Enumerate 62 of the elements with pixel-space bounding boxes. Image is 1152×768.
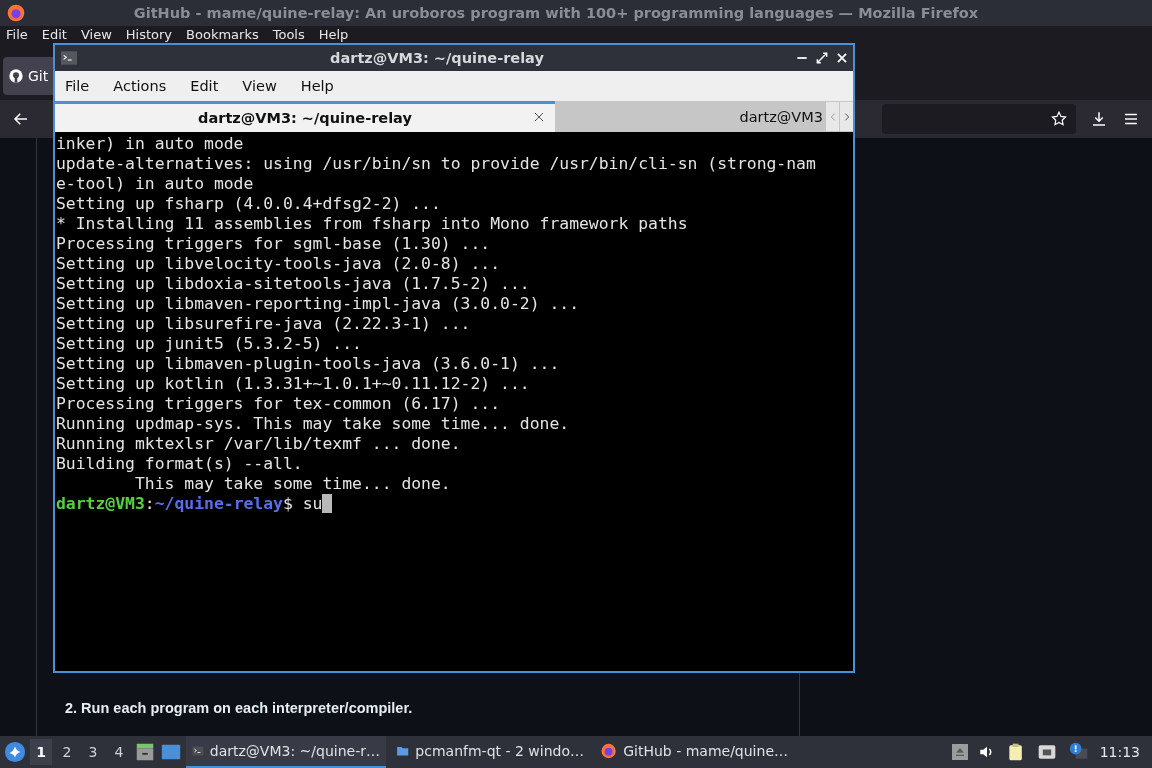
terminal-line: Setting up libvelocity-tools-java (2.0-8) ... <box>56 254 502 274</box>
window-title: GitHub - mame/quine-relay: An uroboros program with 100+ programming languages — Mozilla Firefox <box>132 5 980 21</box>
notification-icon <box>1067 742 1090 762</box>
menu-item[interactable]: Edit <box>41 27 67 42</box>
terminal-line: inker) in auto mode <box>56 134 245 154</box>
terminal-icon <box>59 50 79 66</box>
menu-item[interactable]: File <box>65 78 90 94</box>
address-bar[interactable] <box>882 104 1076 134</box>
terminal-line: Building format(s) --all. <box>56 454 304 474</box>
taskbar-button[interactable]: GitHub - mame/quine… <box>594 736 794 768</box>
terminal-line: Running updmap-sys. This may take some time... done. <box>56 414 571 434</box>
close-icon <box>835 51 849 65</box>
terminal-line: Setting up libmaven-reporting-impl-java (3.0.0-2) ... <box>56 294 580 314</box>
terminal-line: Setting up libsurefire-java (2.22.3-1) ... <box>56 314 472 334</box>
section-heading: 2. Run each program on each interpreter/compiler. <box>65 700 414 716</box>
menu-item[interactable]: Edit <box>190 78 219 94</box>
eject-icon <box>951 743 968 761</box>
maximize-icon <box>815 51 829 65</box>
prompt-separator: : <box>144 494 155 514</box>
menu-item[interactable]: View <box>80 27 112 42</box>
text-cursor <box>322 494 333 513</box>
terminal-line: Setting up libdoxia-sitetools-java (1.7.5-2) ... <box>56 274 531 294</box>
terminal-line: Setting up libmaven-plugin-tools-java (3.6.0-1) ... <box>56 354 561 374</box>
desktop-switch[interactable]: 1 <box>30 739 52 765</box>
terminal-line: Setting up fsharp (4.0.0.4+dfsg2-2) ... <box>56 194 442 214</box>
menu-item[interactable]: Help <box>300 78 334 94</box>
menu-item[interactable]: Actions <box>113 78 167 94</box>
back-arrow-icon <box>12 110 30 128</box>
terminal-line: Processing triggers for tex-common (6.17) ... <box>56 394 502 414</box>
terminal-line: * Installing 11 assemblies from fsharp into Mono framework paths <box>56 214 689 234</box>
menu-item[interactable]: Bookmarks <box>186 27 259 42</box>
window-title: dartz@VM3: ~/quine-relay <box>329 50 545 66</box>
scroll-right-button[interactable] <box>840 102 853 131</box>
prompt-command: $ su <box>283 494 323 514</box>
file-cabinet-icon <box>134 741 156 763</box>
menu-item[interactable]: Tools <box>272 27 305 42</box>
close-icon <box>533 111 545 123</box>
prompt-path: ~/quine-relay <box>154 494 283 514</box>
terminal-line: Processing triggers for sgml-base (1.30) ... <box>56 234 492 254</box>
terminal-line: update-alternatives: using /usr/bin/sn to provide /usr/bin/cli-sn (strong-nam <box>56 154 817 174</box>
star-icon <box>1050 110 1068 128</box>
terminal-line: Running mktexlsr /var/lib/texmf ... done. <box>56 434 462 454</box>
start-menu-icon <box>4 741 26 763</box>
desktop-switch[interactable]: 4 <box>108 739 130 765</box>
taskbar-button[interactable]: dartz@VM3: ~/quine-r… <box>186 736 386 768</box>
desktop-switch[interactable]: 2 <box>56 739 78 765</box>
menu-item[interactable]: Help <box>318 27 349 42</box>
menu-item[interactable]: File <box>6 27 28 42</box>
terminal-line: This may take some time... done. <box>133 474 452 494</box>
browser-tab[interactable]: Git <box>3 57 53 95</box>
terminal-line: Setting up junit5 (5.3.2-5) ... <box>56 334 363 354</box>
scroll-left-button[interactable] <box>826 102 839 131</box>
menu-item[interactable]: History <box>125 27 173 42</box>
terminal-line: Setting up kotlin (1.3.31+~1.0.1+~0.11.12-2) ... <box>56 374 531 394</box>
taskbar-button[interactable]: pcmanfm-qt - 2 windo… <box>390 736 590 768</box>
clock: 11:13 <box>1099 744 1140 760</box>
terminal-line: e-tool) in auto mode <box>56 174 255 194</box>
menu-item[interactable]: View <box>242 78 277 94</box>
terminal-tab[interactable]: dartz@VM3 <box>555 101 825 132</box>
prompt-user: dartz@VM3 <box>56 494 145 514</box>
desktop-switch[interactable]: 3 <box>82 739 104 765</box>
download-icon <box>1090 110 1108 128</box>
